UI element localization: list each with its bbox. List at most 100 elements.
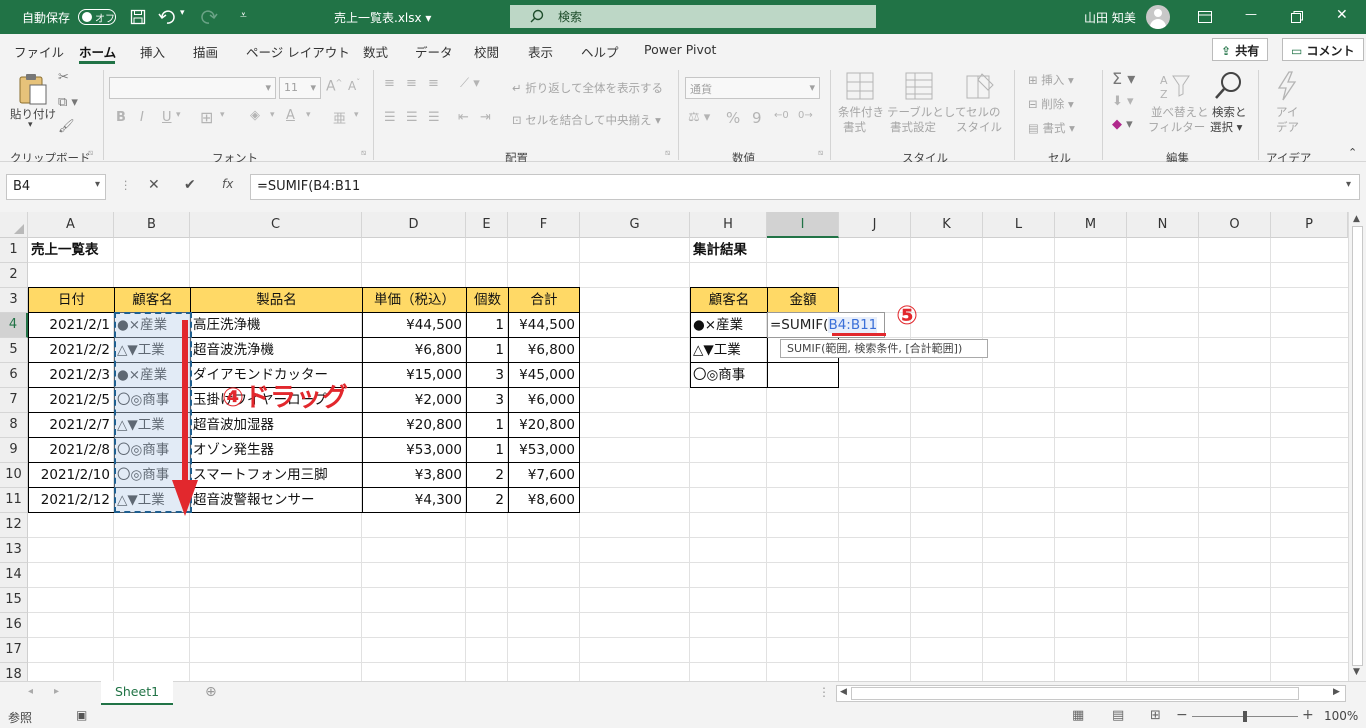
align-right-icon[interactable]: ☰ [428, 110, 440, 125]
table-cell-unit-price[interactable]: ¥4,300 [362, 487, 467, 513]
find-select-label[interactable]: 検索と [1212, 104, 1247, 120]
sheet-scroll-left-icon[interactable]: ◂ [28, 686, 33, 697]
accounting-format-icon[interactable]: ⚖ ▾ [688, 110, 710, 125]
confirm-entry-icon[interactable]: ✔ [184, 177, 196, 193]
row-header[interactable]: 13 [0, 538, 28, 563]
table-cell-unit-price[interactable]: ¥6,800 [362, 337, 467, 363]
phonetic-icon[interactable]: 亜 [333, 108, 346, 127]
clipboard-launcher-icon[interactable]: ⧅ [88, 148, 93, 158]
restore-icon[interactable] [1291, 11, 1303, 23]
customize-qat-icon[interactable]: ⩡ [240, 8, 247, 23]
format-painter-icon[interactable]: 🖌 [58, 119, 75, 134]
font-shrink-icon[interactable]: Aˇ [348, 78, 360, 93]
table-cell-quantity[interactable]: 1 [466, 312, 509, 338]
vertical-scroll-thumb[interactable] [1352, 226, 1363, 666]
conditional-format-icon[interactable] [846, 72, 874, 100]
accessibility-icon[interactable]: ▣ [76, 708, 87, 722]
table-cell-date[interactable]: 2021/2/12 [28, 487, 115, 513]
row-header[interactable]: 6 [0, 363, 28, 388]
orientation-icon[interactable]: ⟋ ▾ [460, 76, 480, 91]
select-all-corner[interactable] [0, 212, 28, 238]
zoom-out-icon[interactable]: − [1176, 707, 1188, 723]
autosave-toggle[interactable]: オフ [78, 9, 116, 25]
conditional-format-label[interactable]: 条件付き [838, 104, 884, 120]
table-header-quantity[interactable]: 個数 [466, 287, 509, 313]
fill-down-icon[interactable]: ⬇ ▾ [1112, 94, 1134, 109]
phonetic-dropdown-icon[interactable]: ▾ [354, 110, 359, 120]
conditional-format-label-2[interactable]: 書式 [843, 119, 866, 135]
number-format-box[interactable]: 通貨 ▾ [685, 77, 820, 99]
column-header[interactable]: C [190, 212, 362, 238]
table-cell-date[interactable]: 2021/2/2 [28, 337, 115, 363]
align-top-icon[interactable]: ≡ [384, 76, 395, 91]
close-icon[interactable]: ✕ [1336, 7, 1348, 23]
table-cell-total[interactable]: ¥7,600 [508, 462, 580, 488]
underline-button[interactable]: U [162, 110, 172, 125]
table-cell-date[interactable]: 2021/2/3 [28, 362, 115, 388]
font-launcher-icon[interactable]: ⧅ [361, 148, 366, 158]
summary-customer[interactable]: ●×産業 [690, 312, 768, 338]
column-header[interactable]: M [1055, 212, 1127, 238]
cancel-entry-icon[interactable]: ✕ [148, 177, 160, 193]
table-header-total[interactable]: 合計 [508, 287, 580, 313]
save-icon[interactable] [130, 9, 146, 25]
scroll-up-icon[interactable]: ▲ [1353, 214, 1360, 224]
summary-customer[interactable]: △▼工業 [690, 337, 768, 363]
font-name-box[interactable]: ▾ [109, 77, 276, 99]
minimize-icon[interactable]: — [1245, 7, 1257, 21]
collapse-ribbon-icon[interactable]: ⌃ [1348, 146, 1357, 159]
table-cell-total[interactable]: ¥44,500 [508, 312, 580, 338]
row-header[interactable]: 16 [0, 613, 28, 638]
column-header[interactable]: K [911, 212, 983, 238]
ribbon-display-icon[interactable] [1198, 11, 1212, 23]
fill-dropdown-icon[interactable]: ▾ [270, 110, 275, 120]
table-cell-unit-price[interactable]: ¥3,800 [362, 462, 467, 488]
summary-title[interactable]: 集計結果 [691, 238, 791, 263]
zoom-level[interactable]: 100% [1324, 709, 1358, 723]
column-header[interactable]: P [1271, 212, 1348, 238]
format-as-table-label-2[interactable]: 書式設定 [890, 119, 936, 135]
horizontal-scroll-thumb[interactable] [851, 687, 1299, 700]
fill-color-icon[interactable]: ◈ [250, 108, 260, 123]
align-left-icon[interactable]: ☰ [384, 110, 396, 125]
paste-label[interactable]: 貼り付け [10, 106, 56, 122]
row-header[interactable]: 8 [0, 413, 28, 438]
copy-icon[interactable]: ⧉ ▾ [58, 95, 78, 110]
delete-cells-button[interactable]: ⊟ 削除 ▾ [1028, 96, 1074, 112]
paste-dropdown-icon[interactable]: ▾ [28, 120, 33, 130]
percent-icon[interactable]: % [726, 109, 740, 127]
expand-formula-bar-icon[interactable]: ▾ [1346, 179, 1351, 190]
tab-draw[interactable]: 描画 [193, 42, 218, 61]
row-header[interactable]: 10 [0, 463, 28, 488]
bold-button[interactable]: B [116, 110, 126, 125]
normal-view-icon[interactable]: ▦ [1072, 708, 1084, 723]
table-cell-unit-price[interactable]: ¥20,800 [362, 412, 467, 438]
cell-styles-label[interactable]: セルの [966, 104, 1001, 120]
format-cells-button[interactable]: ▤ 書式 ▾ [1028, 120, 1075, 136]
ideas-label[interactable]: アイ [1276, 104, 1298, 120]
table-cell-product[interactable]: 超音波加湿器 [190, 412, 363, 438]
row-header[interactable]: 14 [0, 563, 28, 588]
table-header-unit-price[interactable]: 単価（税込） [362, 287, 467, 313]
tab-insert[interactable]: 挿入 [140, 42, 165, 61]
avatar[interactable] [1146, 5, 1170, 29]
row-header[interactable]: 1 [0, 238, 28, 263]
find-select-label-2[interactable]: 選択 ▾ [1210, 119, 1242, 135]
cell-styles-label-2[interactable]: スタイル [956, 119, 1002, 135]
table-header-product[interactable]: 製品名 [190, 287, 363, 313]
column-header[interactable]: J [839, 212, 911, 238]
align-center-icon[interactable]: ☰ [406, 110, 418, 125]
table-cell-quantity[interactable]: 1 [466, 437, 509, 463]
table-cell-quantity[interactable]: 1 [466, 412, 509, 438]
horizontal-scrollbar[interactable]: ◀ ▶ [836, 685, 1346, 702]
undo-icon[interactable] [158, 9, 178, 25]
row-header[interactable]: 9 [0, 438, 28, 463]
table-cell-unit-price[interactable]: ¥44,500 [362, 312, 467, 338]
tab-split-grip-icon[interactable]: ⋮ [818, 685, 830, 699]
spreadsheet-grid[interactable]: A B C D E F G H I J K L M N O P 1 2 3 4 … [0, 212, 1348, 681]
scroll-right-icon[interactable]: ▶ [1333, 687, 1340, 697]
table-cell-date[interactable]: 2021/2/10 [28, 462, 115, 488]
tab-formulas[interactable]: 数式 [363, 42, 388, 61]
find-select-icon[interactable] [1214, 70, 1244, 100]
format-as-table-label[interactable]: テーブルとして [887, 104, 966, 120]
